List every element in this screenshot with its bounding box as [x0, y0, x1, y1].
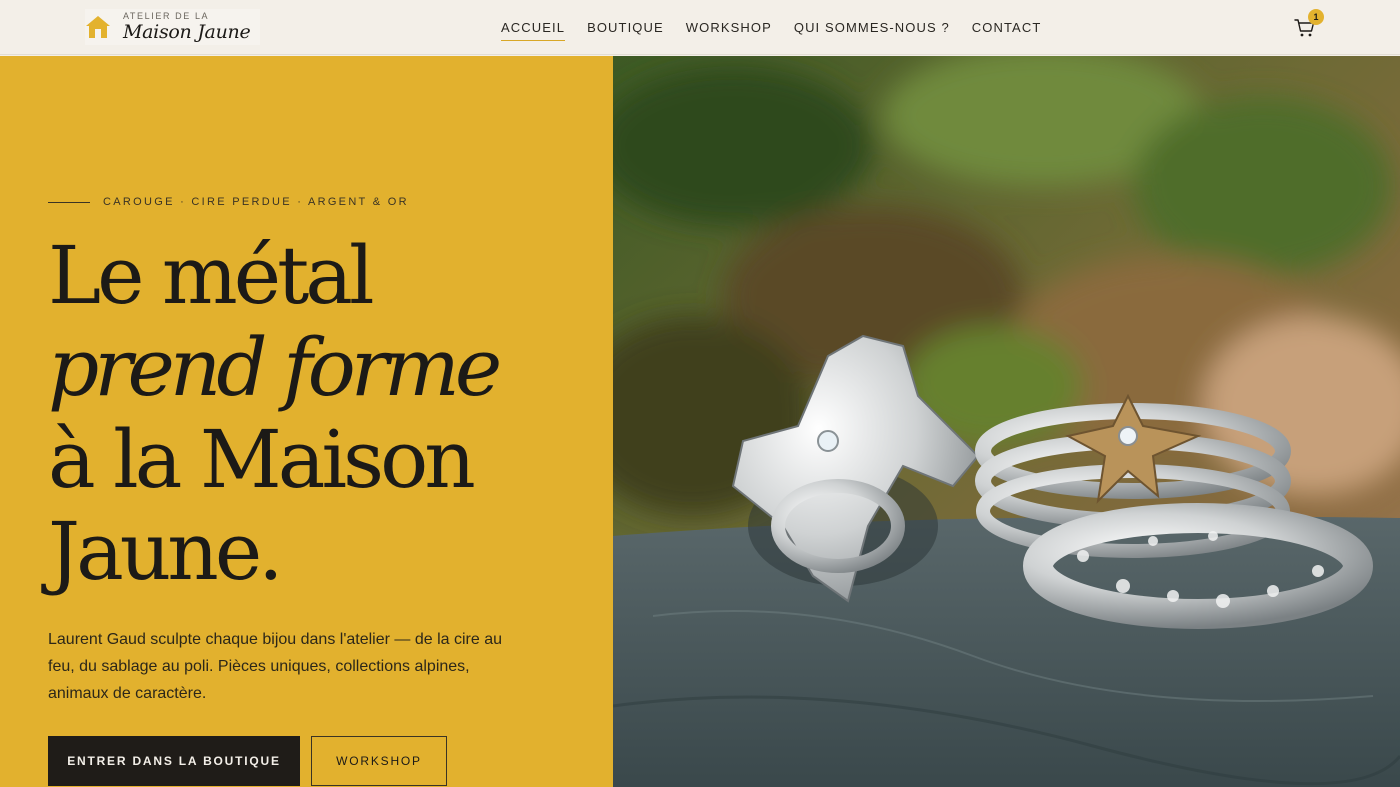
enter-shop-button[interactable]: ENTRER DANS LA BOUTIQUE [48, 736, 300, 786]
nav-item-contact[interactable]: CONTACT [972, 14, 1042, 41]
nav-item-qui-sommes-nous[interactable]: QUI SOMMES-NOUS ? [794, 14, 950, 41]
hero-headline: Le métal prend forme à la Maison Jaune. [48, 229, 502, 598]
logo-small-text: ATELIER DE LA [123, 11, 210, 21]
cart-button[interactable]: 1 [1290, 9, 1330, 43]
nav-item-workshop[interactable]: WORKSHOP [686, 14, 772, 41]
eyebrow-rule [48, 201, 90, 203]
hero-text-panel: CAROUGE · CIRE PERDUE · ARGENT & OR Le m… [0, 56, 613, 787]
silver-rings-photo [613, 56, 1400, 787]
site-logo[interactable]: ATELIER DE LA Maison Jaune [85, 9, 261, 45]
headline-line-3: à la Maison [48, 413, 476, 506]
nav-item-boutique[interactable]: BOUTIQUE [587, 14, 664, 41]
logo-wordmark: ATELIER DE LA Maison Jaune [123, 11, 251, 43]
main-nav: ACCUEIL BOUTIQUE WORKSHOP QUI SOMMES-NOU… [490, 0, 1052, 55]
headline-line-1: Le métal [48, 229, 375, 322]
hero-eyebrow: CAROUGE · CIRE PERDUE · ARGENT & OR [48, 196, 409, 208]
hero-description: Laurent Gaud sculpte chaque bijou dans l… [48, 631, 503, 702]
rings-illustration [613, 56, 1400, 787]
headline-line-2: prend forme [48, 321, 502, 414]
eyebrow-text: CAROUGE · CIRE PERDUE · ARGENT & OR [103, 196, 409, 208]
headline-line-4: Jaune. [48, 505, 284, 598]
nav-item-accueil[interactable]: ACCUEIL [501, 14, 566, 41]
cart-count-badge: 1 [1308, 9, 1324, 25]
house-icon [86, 16, 110, 38]
logo-big-text: Maison Jaune [123, 21, 251, 43]
workshop-button[interactable]: WORKSHOP [311, 736, 447, 786]
site-header: ATELIER DE LA Maison Jaune ACCUEIL BOUTI… [0, 0, 1400, 55]
